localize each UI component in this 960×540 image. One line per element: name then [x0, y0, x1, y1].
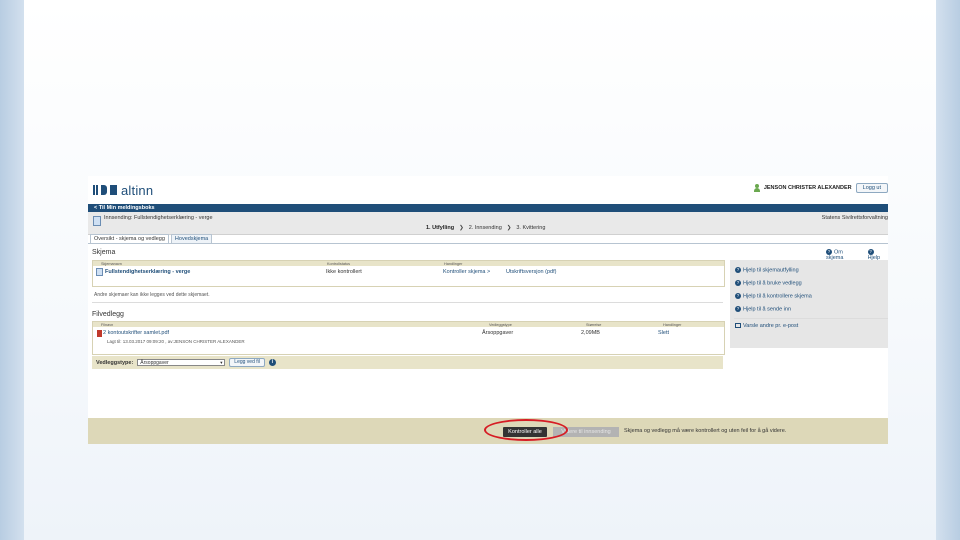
- nav-bar: < Til Min meldingsboks: [88, 204, 888, 212]
- altinn-logo[interactable]: altinn: [93, 181, 153, 199]
- skjema-heading: Skjema: [92, 249, 116, 256]
- submission-title: Innsending: Fullstendighetserklæring - v…: [104, 215, 213, 221]
- help-control-form-link[interactable]: ? Hjelp til å kontrollere skjema: [735, 293, 812, 299]
- notify-email-link[interactable]: Varsle andre pr. e-post: [735, 323, 798, 329]
- attach-forms-note: Andre skjemaer kan ikke legges ved dette…: [94, 292, 210, 298]
- help-icon: ?: [735, 306, 741, 312]
- section-divider: [92, 302, 723, 303]
- slide-edge-right: [936, 0, 960, 540]
- document-icon: [93, 216, 101, 226]
- col-handlinger: Handlinger: [444, 261, 463, 266]
- help-attachments-link[interactable]: ? Hjelp til å bruke vedlegg: [735, 280, 802, 286]
- tab-oversikt[interactable]: Oversikt - skjema og vedlegg: [90, 234, 169, 243]
- step-utfylling: 1. Utfylling: [426, 225, 455, 231]
- attachment-type-label: Vedleggstype:: [96, 359, 134, 366]
- col-filnavn: Filnavn: [101, 322, 114, 327]
- help-icon: ?: [826, 249, 832, 255]
- attachment-type-selected: Årsoppgaver: [140, 360, 169, 366]
- col-skjemanavn: Skjemanavn: [101, 261, 122, 266]
- tab-divider: [88, 243, 888, 244]
- user-box: JENSON CHRISTER ALEXANDER Logg ut: [753, 183, 888, 193]
- help-icon: ?: [735, 293, 741, 299]
- attachment-meta: Lagt til: 13.03.2017 09:09:20 , av:JENSO…: [107, 339, 245, 344]
- agency-name: Statens Sivilrettsforvaltning: [821, 215, 888, 221]
- envelope-icon: [735, 323, 741, 329]
- table-row: 2 kontoutskrifter samlet.pdf Lagt til: 1…: [93, 327, 724, 352]
- col-storrelse: Størrelse: [586, 322, 602, 327]
- help-icon: ?: [735, 280, 741, 286]
- step-innsending: 2. Innsending: [468, 225, 502, 231]
- filvedlegg-heading: Filvedlegg: [92, 311, 124, 318]
- help-form-filling-link[interactable]: ? Hjelp til skjemautfylling: [735, 267, 799, 273]
- print-pdf-link[interactable]: Utskriftsversjon (pdf): [506, 269, 556, 275]
- pdf-icon: [97, 330, 102, 337]
- add-file-button[interactable]: Legg ved fil: [229, 358, 265, 367]
- tab-bar: Oversikt - skjema og vedlegg Hovedskjema: [90, 234, 213, 243]
- altinn-screenshot: altinn JENSON CHRISTER ALEXANDER Logg ut…: [88, 176, 888, 444]
- footer-message: Skjema og vedlegg må være kontrollert og…: [624, 428, 787, 434]
- tab-hovedskjema[interactable]: Hovedskjema: [170, 234, 213, 243]
- control-form-link[interactable]: Kontroller skjema >: [443, 269, 506, 275]
- help-sidebar: ? Hjelp til skjemautfylling ? Hjelp til å …: [730, 260, 888, 348]
- table-row: Fullstendighetserklæring - verge Ikke ko…: [93, 266, 724, 278]
- highlight-ellipse: [484, 419, 568, 441]
- user-name: JENSON CHRISTER ALEXANDER: [763, 185, 852, 191]
- logout-button[interactable]: Logg ut: [855, 183, 888, 193]
- attachment-size: 2,09MB: [581, 330, 600, 336]
- help-icon: ?: [735, 267, 741, 273]
- col-vedleggstype: Vedleggstype: [489, 322, 512, 327]
- help-submit-link[interactable]: ? Hjelp til å sende inn: [735, 306, 791, 312]
- sub-header: Innsending: Fullstendighetserklæring - v…: [88, 212, 888, 235]
- back-to-inbox-link[interactable]: < Til Min meldingsboks: [94, 205, 155, 211]
- sidebar-divider: [734, 318, 888, 319]
- form-name-link[interactable]: Fullstendighetserklæring - verge: [105, 269, 326, 275]
- delete-attachment-link[interactable]: Slett: [658, 330, 669, 336]
- altinn-logo-icon: [93, 185, 117, 195]
- col-kontrollstatus: Kontrollstatus: [327, 261, 351, 266]
- logo-text: altinn: [121, 182, 154, 198]
- chevron-right-icon: ❯: [459, 225, 464, 231]
- attachment-type-select[interactable]: Årsoppgaver ▼: [137, 359, 226, 366]
- attachment-file-link[interactable]: 2 kontoutskrifter samlet.pdf: [103, 330, 169, 336]
- progress-steps: 1. Utfylling ❯ 2. Innsending ❯ 3. Kvitte…: [426, 225, 545, 231]
- info-icon[interactable]: i: [268, 359, 276, 366]
- add-attachment-bar: Vedleggstype: Årsoppgaver ▼ Legg ved fil…: [92, 356, 723, 369]
- step-kvittering: 3. Kvittering: [516, 225, 546, 231]
- skjema-panel: Skjemanavn Kontrollstatus Handlinger Ful…: [92, 260, 725, 287]
- chevron-right-icon: ❯: [506, 225, 512, 231]
- user-icon: [753, 184, 760, 192]
- filvedlegg-panel: Filnavn Vedleggstype Størrelse Handlinge…: [92, 321, 725, 355]
- control-status: Ikke kontrollert: [326, 269, 362, 275]
- chevron-down-icon: ▼: [219, 360, 224, 365]
- help-icon: ?: [867, 249, 874, 255]
- attachment-type: Årsoppgaver: [482, 330, 514, 336]
- form-icon: [96, 268, 103, 276]
- col-handlinger: Handlinger: [663, 322, 682, 327]
- slide-edge-left: [0, 0, 24, 540]
